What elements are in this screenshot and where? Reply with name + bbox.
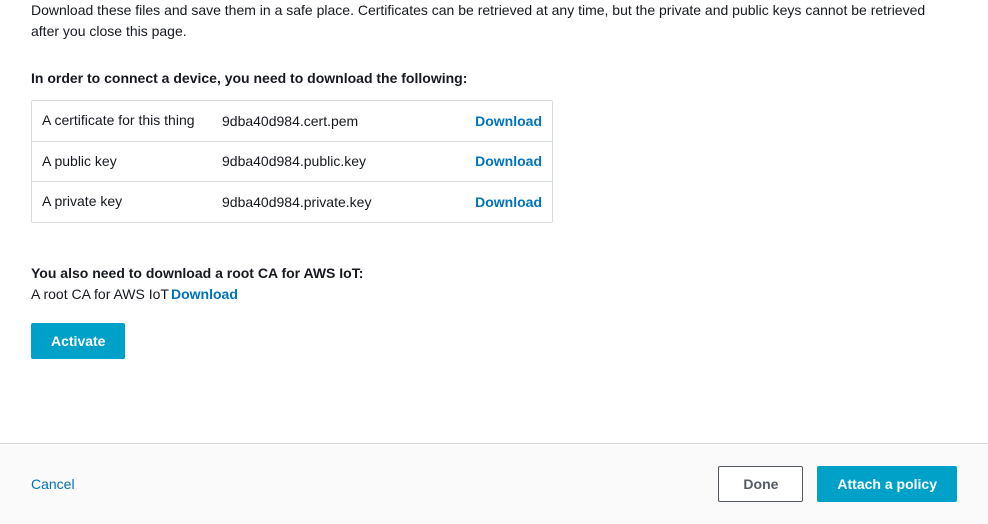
download-label: A public key bbox=[42, 152, 222, 172]
download-table: A certificate for this thing 9dba40d984.… bbox=[31, 100, 553, 223]
download-row-private: A private key 9dba40d984.private.key Dow… bbox=[32, 182, 552, 222]
root-ca-line: A root CA for AWS IoTDownload bbox=[31, 284, 957, 305]
download-filename: 9dba40d984.public.key bbox=[222, 153, 475, 169]
download-cert-link[interactable]: Download bbox=[475, 113, 542, 129]
activate-button[interactable]: Activate bbox=[31, 323, 125, 359]
download-filename: 9dba40d984.private.key bbox=[222, 194, 475, 210]
download-filename: 9dba40d984.cert.pem bbox=[222, 113, 475, 129]
root-ca-section: You also need to download a root CA for … bbox=[31, 263, 957, 305]
intro-text: Download these files and save them in a … bbox=[31, 0, 957, 42]
download-private-link[interactable]: Download bbox=[475, 194, 542, 210]
connect-heading: In order to connect a device, you need t… bbox=[31, 70, 957, 86]
root-ca-label: A root CA for AWS IoT bbox=[31, 286, 169, 302]
download-label: A certificate for this thing bbox=[42, 111, 222, 131]
cancel-link[interactable]: Cancel bbox=[31, 476, 75, 492]
root-ca-download-link[interactable]: Download bbox=[171, 286, 238, 302]
done-button[interactable]: Done bbox=[718, 466, 803, 502]
download-label: A private key bbox=[42, 192, 222, 212]
download-row-public: A public key 9dba40d984.public.key Downl… bbox=[32, 142, 552, 183]
download-public-link[interactable]: Download bbox=[475, 153, 542, 169]
root-ca-heading: You also need to download a root CA for … bbox=[31, 263, 957, 284]
footer: Cancel Done Attach a policy bbox=[0, 443, 988, 524]
download-row-cert: A certificate for this thing 9dba40d984.… bbox=[32, 101, 552, 142]
footer-buttons: Done Attach a policy bbox=[718, 466, 957, 502]
attach-policy-button[interactable]: Attach a policy bbox=[817, 466, 957, 502]
